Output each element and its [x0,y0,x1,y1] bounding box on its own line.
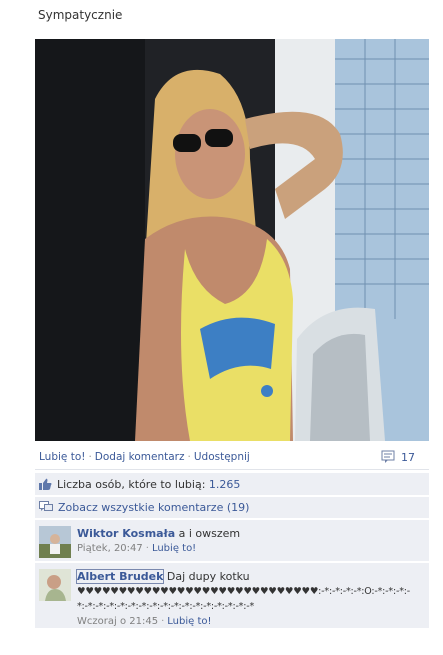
like-link[interactable]: Lubię to! [39,451,85,463]
likes-row: Liczba osób, które to lubią: 1.265 [35,473,429,496]
comment-bubble-icon [381,450,395,466]
comment-like-link[interactable]: Lubię to! [152,543,196,554]
post-title: Sympatycznie [38,8,123,22]
add-comment-link[interactable]: Dodaj komentarz [95,451,185,463]
view-all-comments-row[interactable]: Zobacz wszystkie komentarze (19) [35,497,429,519]
likes-count-link[interactable]: 1.265 [209,478,241,491]
comment-count-value: 17 [401,451,415,464]
post-photo[interactable] [35,39,429,441]
comment-author[interactable]: Wiktor Kosmała [77,527,175,540]
comment-item: Albert Brudek Daj dupy kotku ♥♥♥♥♥♥♥♥♥♥♥… [35,563,429,628]
avatar[interactable] [39,526,71,558]
speech-bubbles-icon [39,501,53,516]
post-actions-bar: Lubię to! · Dodaj komentarz · Udostępnij 17 [35,446,429,470]
photo-image [35,39,429,441]
comment-like-link[interactable]: Lubię to! [167,616,211,627]
comment-hearts-text: ♥♥♥♥♥♥♥♥♥♥♥♥♥♥♥♥♥♥♥♥♥♥♥♥♥♥♥♥♥:-*:-*:-*:-… [77,586,410,612]
comment-time[interactable]: Piątek, 20:47 [77,543,143,554]
comment-count-button[interactable]: 17 [381,450,415,466]
comment-text: a i owszem [178,527,241,540]
thumbs-up-icon [39,478,52,493]
comment-author[interactable]: Albert Brudek [75,569,165,584]
likes-label: Liczba osób, które to lubią: [57,478,206,491]
view-all-comments-link[interactable]: Zobacz wszystkie komentarze (19) [58,501,249,514]
share-link[interactable]: Udostępnij [194,451,250,463]
comment-time[interactable]: Wczoraj o 21:45 [77,616,158,627]
avatar[interactable] [39,569,71,601]
comment-text: Daj dupy kotku [166,570,250,583]
comment-item: Wiktor Kosmała a i owszem Piątek, 20:47 ·… [35,520,429,562]
